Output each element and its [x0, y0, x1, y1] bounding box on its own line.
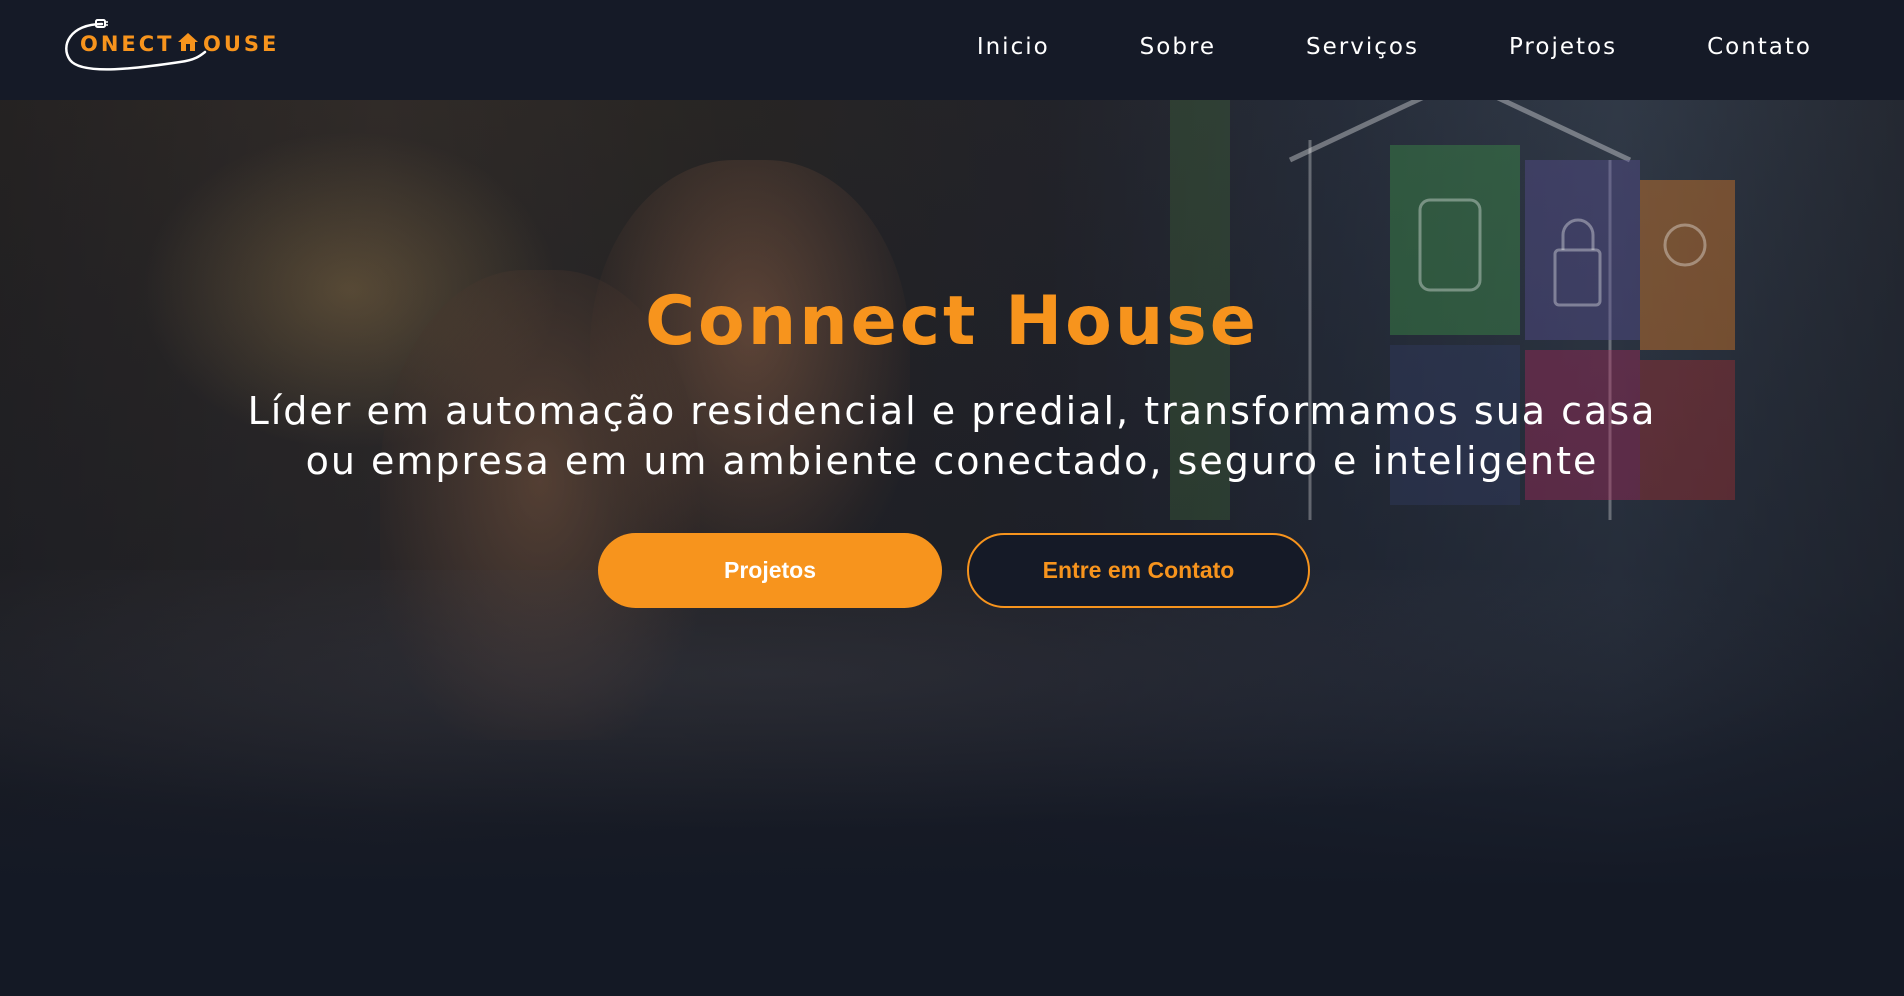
contact-button[interactable]: Entre em Contato	[967, 533, 1310, 608]
nav-item-sobre[interactable]: Sobre	[1140, 34, 1216, 60]
logo-text-part-1: ONECT	[80, 32, 175, 56]
nav-item-projetos[interactable]: Projetos	[1509, 34, 1617, 60]
house-icon	[178, 33, 198, 51]
logo-text-part-2: OUSE	[203, 32, 280, 56]
nav-item-servicos[interactable]: Serviços	[1306, 34, 1419, 60]
hero-background-couch	[0, 570, 1904, 830]
hero-section: Connect House Líder em automação residen…	[0, 100, 1904, 996]
navbar: ONECT OUSE Inicio Sobre Serviços Projeto…	[0, 0, 1904, 100]
hero-subtitle-line-1: Líder em automação residencial e predial…	[247, 389, 1657, 433]
nav-item-contato[interactable]: Contato	[1707, 34, 1812, 60]
projetos-button[interactable]: Projetos	[598, 533, 942, 608]
main-nav: Inicio Sobre Serviços Projetos Contato	[977, 34, 1812, 60]
hero-subtitle-line-2: ou empresa em um ambiente conectado, seg…	[305, 439, 1599, 483]
hero-title: Connect House	[645, 282, 1259, 361]
nav-item-inicio[interactable]: Inicio	[977, 34, 1050, 60]
hero-subtitle: Líder em automação residencial e predial…	[200, 386, 1704, 486]
logo[interactable]: ONECT OUSE	[60, 16, 280, 74]
